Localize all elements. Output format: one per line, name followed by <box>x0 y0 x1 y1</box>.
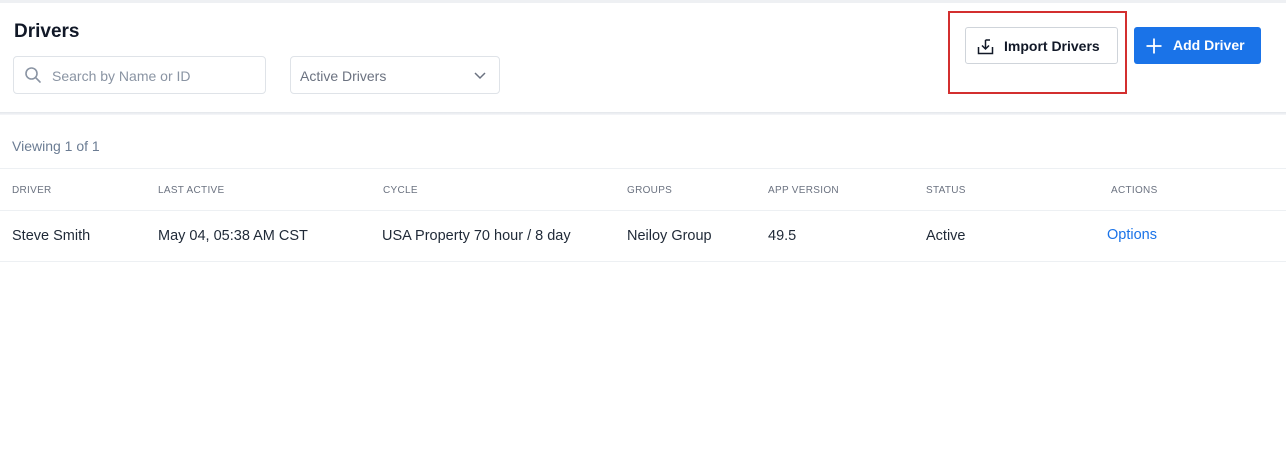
import-icon <box>977 39 994 55</box>
cell-last-active: May 04, 05:38 AM CST <box>158 228 308 244</box>
cell-app-version: 49.5 <box>768 228 797 244</box>
table-header-divider <box>0 210 1286 211</box>
cell-driver: Steve Smith <box>12 228 91 244</box>
import-drivers-label: Import Drivers <box>1004 38 1100 54</box>
table-top-divider <box>0 168 1286 169</box>
add-driver-label: Add Driver <box>1173 37 1245 53</box>
search-placeholder: Search by Name or ID <box>52 68 191 84</box>
column-header-status[interactable]: STATUS <box>926 185 966 196</box>
driver-status-select[interactable]: Active Drivers <box>290 56 500 94</box>
plus-icon <box>1146 38 1162 54</box>
column-header-app-version[interactable]: APP VERSION <box>768 185 839 196</box>
table-row-divider <box>0 261 1286 262</box>
search-input[interactable]: Search by Name or ID <box>13 56 266 94</box>
column-header-actions: ACTIONS <box>1111 185 1158 196</box>
column-header-driver[interactable]: DRIVER <box>12 185 52 196</box>
chevron-down-icon <box>474 72 486 80</box>
column-header-groups[interactable]: GROUPS <box>627 185 672 196</box>
cell-status: Active <box>926 228 966 244</box>
status-select-value: Active Drivers <box>300 68 387 84</box>
column-header-cycle[interactable]: CYCLE <box>383 185 418 196</box>
options-link[interactable]: Options <box>1107 227 1157 243</box>
search-icon <box>25 67 41 83</box>
import-drivers-button[interactable]: Import Drivers <box>965 27 1118 64</box>
page-title: Drivers <box>14 21 80 42</box>
cell-groups: Neiloy Group <box>627 228 712 244</box>
column-header-last-active[interactable]: LAST ACTIVE <box>158 185 224 196</box>
viewing-count: Viewing 1 of 1 <box>12 138 100 154</box>
add-driver-button[interactable]: Add Driver <box>1134 27 1261 64</box>
cell-cycle: USA Property 70 hour / 8 day <box>382 228 571 244</box>
header-divider <box>0 112 1286 115</box>
